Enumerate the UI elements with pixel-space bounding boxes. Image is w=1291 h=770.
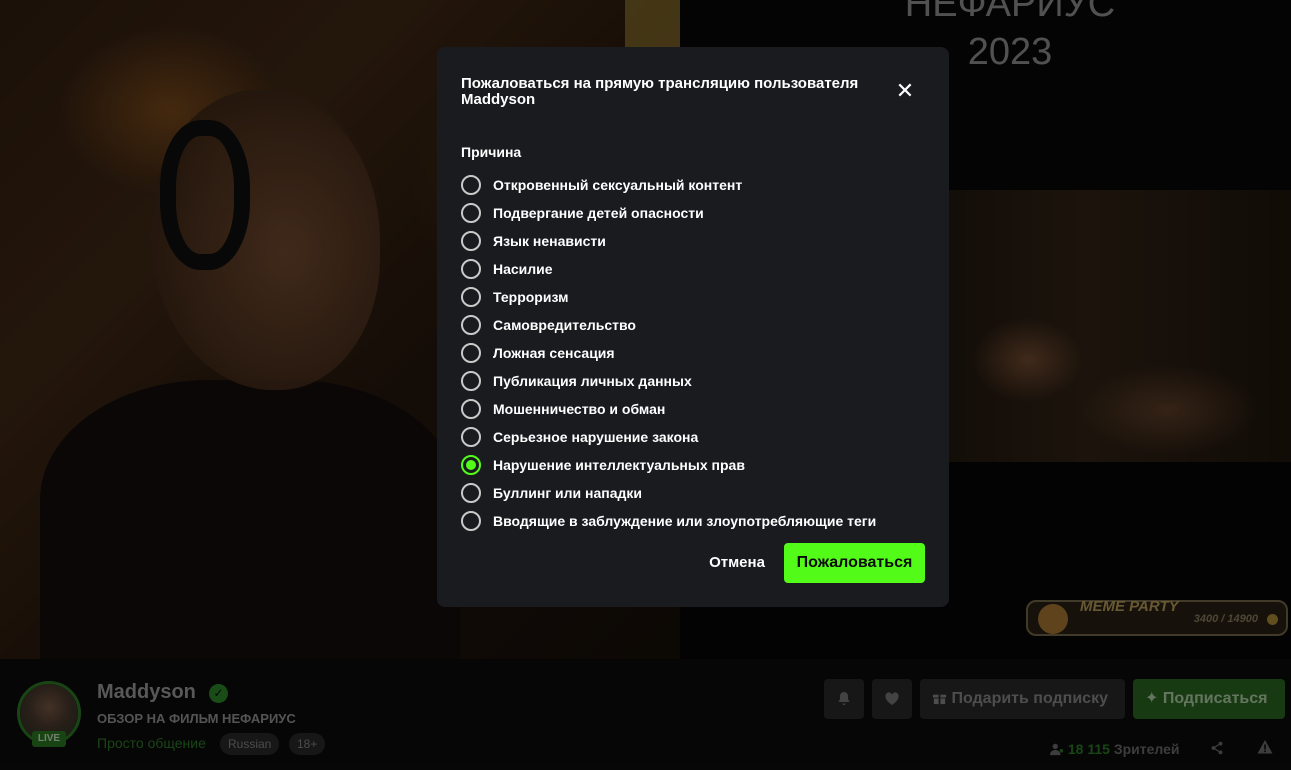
reason-option[interactable]: Нарушение интеллектуальных прав <box>461 451 876 479</box>
reason-label: Серьезное нарушение закона <box>493 429 699 445</box>
radio-button[interactable] <box>461 483 481 503</box>
reason-heading: Причина <box>461 144 522 160</box>
reason-option[interactable]: Вводящие в заблуждение или злоупотребляю… <box>461 507 876 535</box>
radio-button[interactable] <box>461 427 481 447</box>
reason-option[interactable]: Самовредительство <box>461 311 876 339</box>
reason-option[interactable]: Язык ненависти <box>461 227 876 255</box>
reason-label: Вводящие в заблуждение или злоупотребляю… <box>493 513 877 529</box>
reason-label: Публикация личных данных <box>493 373 692 389</box>
reason-label: Подвергание детей опасности <box>493 205 704 221</box>
radio-button[interactable] <box>461 343 481 363</box>
radio-button[interactable] <box>461 511 481 531</box>
reason-label: Откровенный сексуальный контент <box>493 177 743 193</box>
radio-button[interactable] <box>461 371 481 391</box>
reason-option[interactable]: Насилие <box>461 255 876 283</box>
reason-option[interactable]: Терроризм <box>461 283 876 311</box>
cancel-button[interactable]: Отмена <box>699 543 775 583</box>
radio-button[interactable] <box>461 287 481 307</box>
radio-button[interactable] <box>461 259 481 279</box>
reason-label: Буллинг или нападки <box>493 485 643 501</box>
stream-page: НЕФАРИУС 2023 MEME PARTY 3400 / 14900 LI… <box>0 0 1291 770</box>
reason-options: Откровенный сексуальный контент Подверга… <box>461 171 876 535</box>
reason-option[interactable]: Ложная сенсация <box>461 339 876 367</box>
radio-button[interactable] <box>461 399 481 419</box>
reason-option[interactable]: Подвергание детей опасности <box>461 199 876 227</box>
close-button[interactable]: ✕ <box>894 80 916 102</box>
report-dialog-title: Пожаловаться на прямую трансляцию пользо… <box>461 75 859 108</box>
reason-option[interactable]: Публикация личных данных <box>461 367 876 395</box>
radio-button[interactable] <box>461 231 481 251</box>
reason-option[interactable]: Серьезное нарушение закона <box>461 423 876 451</box>
reason-label: Ложная сенсация <box>493 345 615 361</box>
reason-label: Нарушение интеллектуальных прав <box>493 457 745 473</box>
reason-option[interactable]: Буллинг или нападки <box>461 479 876 507</box>
radio-button[interactable] <box>461 315 481 335</box>
reason-label: Терроризм <box>493 289 569 305</box>
reason-option[interactable]: Мошенничество и обман <box>461 395 876 423</box>
reason-label: Самовредительство <box>493 317 636 333</box>
radio-button[interactable] <box>461 455 481 475</box>
reason-option[interactable]: Откровенный сексуальный контент <box>461 171 876 199</box>
reason-label: Мошенничество и обман <box>493 401 666 417</box>
reason-label: Язык ненависти <box>493 233 606 249</box>
reason-label: Насилие <box>493 261 553 277</box>
radio-button[interactable] <box>461 203 481 223</box>
radio-button[interactable] <box>461 175 481 195</box>
close-icon: ✕ <box>895 78 915 103</box>
report-submit-button[interactable]: Пожаловаться <box>784 543 925 583</box>
report-dialog: Пожаловаться на прямую трансляцию пользо… <box>437 47 949 607</box>
